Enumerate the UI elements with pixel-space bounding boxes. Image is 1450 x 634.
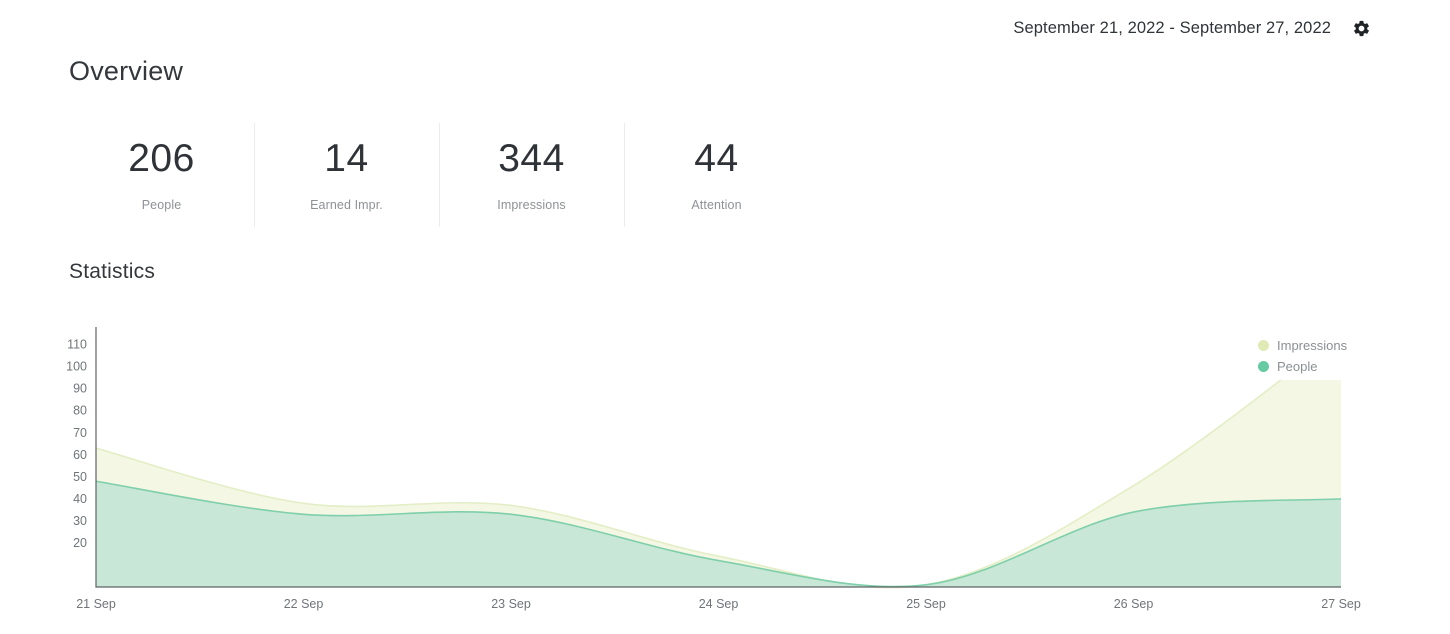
y-axis-tick-label: 90	[73, 382, 87, 396]
area-chart-svg: 20 30 40 50 60 70 80 90 100 110 21 Sep 22 Sep 23 Sep…	[66, 327, 1361, 611]
metric-value: 344	[498, 136, 565, 180]
date-range-label[interactable]: September 21, 2022 - September 27, 2022	[1013, 19, 1331, 38]
legend-label: Impressions	[1277, 338, 1348, 353]
legend-dot-impressions-icon	[1258, 340, 1269, 351]
y-axis-tick-label: 40	[73, 492, 87, 506]
x-axis-tick-label: 26 Sep	[1114, 597, 1154, 611]
y-axis-tick-label: 60	[73, 448, 87, 462]
page-title: Overview	[69, 56, 184, 86]
legend-item-people[interactable]: People	[1258, 359, 1347, 374]
metric-value: 14	[324, 136, 369, 180]
x-axis-tick-label: 23 Sep	[491, 597, 531, 611]
x-axis-tick-label: 22 Sep	[284, 597, 324, 611]
y-axis-tick-label: 110	[67, 338, 87, 352]
chart-legend: Impressions People	[1250, 332, 1354, 380]
metric-value: 44	[694, 136, 739, 180]
legend-dot-people-icon	[1258, 361, 1269, 372]
legend-label: People	[1277, 359, 1318, 374]
y-axis-tick-label: 50	[73, 470, 87, 484]
y-axis-tick-label: 70	[73, 426, 87, 440]
metric-label: Attention	[691, 197, 742, 212]
x-axis-tick-label: 27 Sep	[1321, 597, 1361, 611]
y-axis-tick-label: 100	[66, 360, 87, 374]
x-axis-tick-label: 25 Sep	[906, 597, 946, 611]
metric-label: Impressions	[497, 197, 566, 212]
gear-icon	[1352, 19, 1371, 38]
metric-card-impressions: 344 Impressions	[439, 123, 624, 227]
section-title-statistics: Statistics	[69, 260, 156, 283]
x-axis-tick-label: 21 Sep	[76, 597, 116, 611]
legend-item-impressions[interactable]: Impressions	[1258, 338, 1347, 353]
metric-card-people: 206 People	[69, 123, 254, 227]
y-axis-tick-label: 30	[73, 514, 87, 528]
y-axis-tick-label: 80	[73, 404, 87, 418]
metrics-row: 206 People 14 Earned Impr. 344 Impressio…	[69, 123, 809, 227]
x-axis-tick-label: 24 Sep	[699, 597, 739, 611]
settings-button[interactable]	[1350, 17, 1372, 39]
metric-card-attention: 44 Attention	[624, 123, 809, 227]
metric-value: 206	[128, 136, 195, 180]
top-bar: September 21, 2022 - September 27, 2022	[0, 0, 1450, 56]
statistics-chart: 20 30 40 50 60 70 80 90 100 110 21 Sep 22 Sep 23 Sep…	[60, 322, 1450, 622]
y-axis-tick-label: 20	[73, 536, 87, 550]
metric-card-earned-impr: 14 Earned Impr.	[254, 123, 439, 227]
metric-label: People	[141, 197, 182, 212]
metric-label: Earned Impr.	[310, 197, 383, 212]
